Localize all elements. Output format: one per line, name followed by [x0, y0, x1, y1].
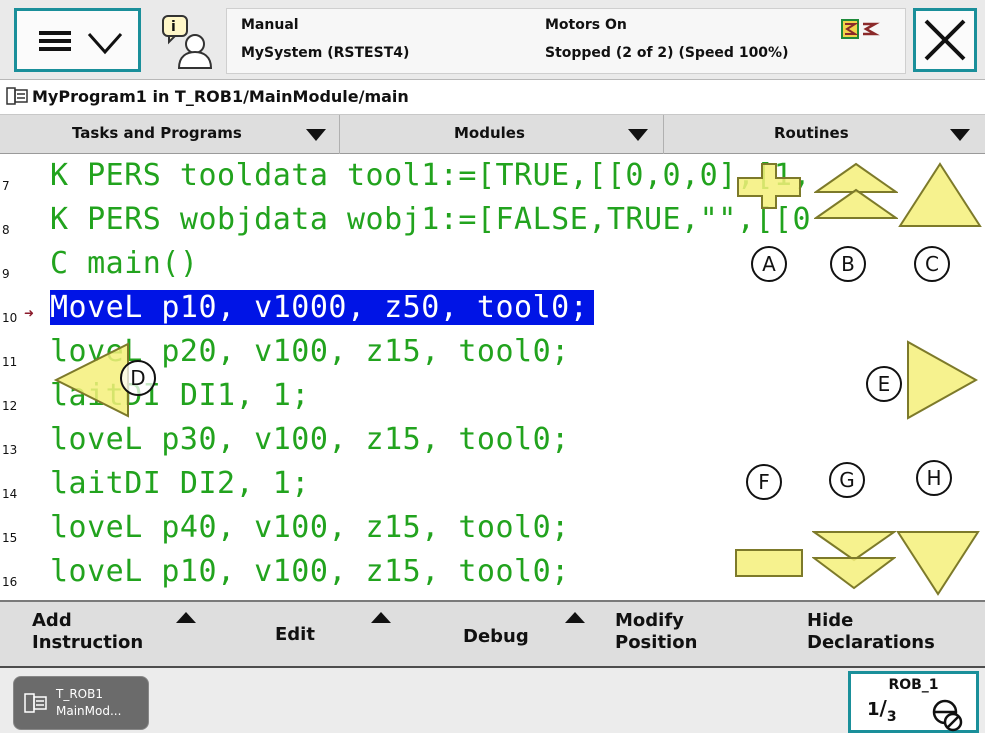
- menu-up-arrow-icon: [371, 612, 391, 623]
- zoom-in-icon[interactable]: [736, 162, 802, 210]
- tab-label: Modules: [454, 124, 525, 142]
- line-number: 10 ➜: [2, 306, 35, 325]
- tab-label: Tasks and Programs: [72, 124, 242, 142]
- line-number: 9: [2, 267, 10, 281]
- line-number-gutter: 7 8 9 10 ➜ 11 12 13 14 15 16: [0, 154, 46, 600]
- status-panel[interactable]: Manual MySystem (RSTEST4) Motors On Stop…: [226, 8, 906, 74]
- system-name: MySystem (RSTEST4): [241, 45, 410, 61]
- status-header: i Manual MySystem (RSTEST4) Motors On St…: [0, 0, 985, 80]
- program-editor-icon: [6, 87, 28, 105]
- scroll-bottom-icon[interactable]: [812, 530, 896, 594]
- dropdown-arrow-icon: [306, 129, 326, 141]
- scroll-top-icon[interactable]: [814, 162, 898, 222]
- hide-declarations-button[interactable]: Hide Declarations: [795, 602, 985, 668]
- dropdown-arrow-icon: [628, 129, 648, 141]
- line-number: 11: [2, 355, 18, 369]
- program-pointer-icon: ➜: [24, 306, 35, 320]
- command-label: Add Instruction: [32, 610, 144, 653]
- tab-modules[interactable]: Modules: [340, 115, 664, 154]
- quickset-button[interactable]: ROB_1 1/3: [848, 671, 979, 733]
- tab-routines[interactable]: Routines: [664, 115, 985, 154]
- code-line[interactable]: loveL p20, v100, z15, tool0;: [46, 330, 985, 374]
- line-number: 7: [2, 179, 10, 193]
- task-name: T_ROB1: [56, 687, 103, 701]
- abb-menu-button[interactable]: [14, 8, 141, 72]
- line-number: 15: [2, 531, 18, 545]
- callout-marker-h: H: [916, 460, 952, 496]
- increment-fraction-icon: 1/3: [867, 696, 897, 725]
- svg-text:i: i: [171, 19, 176, 35]
- program-path: MyProgram1 in T_ROB1/MainModule/main: [32, 87, 409, 106]
- run-state: Stopped (2 of 2) (Speed 100%): [545, 45, 789, 61]
- command-label: Modify Position: [615, 610, 698, 653]
- operating-mode: Manual: [241, 17, 299, 33]
- program-path-bar: MyProgram1 in T_ROB1/MainModule/main: [0, 80, 985, 115]
- tab-tasks-and-programs[interactable]: Tasks and Programs: [0, 115, 340, 154]
- navigation-tabs: Tasks and Programs Modules Routines: [0, 115, 985, 154]
- callout-marker-a: A: [751, 246, 787, 282]
- taskbar-program-editor[interactable]: T_ROB1 MainMod...: [13, 676, 149, 730]
- debug-button[interactable]: Debug: [395, 602, 595, 668]
- program-editor-icon: [24, 693, 47, 713]
- line-number: 13: [2, 443, 18, 457]
- line-number: 16: [2, 575, 18, 589]
- hamburger-icon: [39, 31, 71, 51]
- code-line[interactable]: loveL p30, v100, z15, tool0;: [46, 418, 985, 462]
- callout-marker-c: C: [914, 246, 950, 282]
- taskbar: T_ROB1 MainMod... ROB_1 1/3: [0, 668, 985, 733]
- modify-position-button[interactable]: Modify Position: [595, 602, 795, 668]
- tab-label: Routines: [774, 124, 849, 142]
- command-label: Edit: [275, 624, 315, 645]
- line-number: 12: [2, 399, 18, 413]
- line-number: 14: [2, 487, 18, 501]
- motion-mode-icon: [932, 699, 963, 732]
- command-bar: Add Instruction Edit Debug Modify Positi…: [0, 600, 985, 668]
- add-instruction-button[interactable]: Add Instruction: [0, 602, 205, 668]
- scroll-up-icon[interactable]: [898, 162, 982, 228]
- callout-marker-f: F: [746, 464, 782, 500]
- code-line[interactable]: laitDI DI1, 1;: [46, 374, 985, 418]
- motors-state: Motors On: [545, 17, 627, 33]
- event-log-icon[interactable]: i: [159, 14, 215, 70]
- zoom-out-icon[interactable]: [734, 546, 804, 582]
- callout-marker-g: G: [829, 462, 865, 498]
- mechanical-unit-label: ROB_1: [888, 677, 939, 693]
- scroll-down-icon[interactable]: [896, 530, 980, 596]
- close-button[interactable]: [913, 8, 977, 72]
- code-line-selected[interactable]: MoveL p10, v1000, z50, tool0;: [46, 286, 985, 330]
- menu-up-arrow-icon: [565, 612, 585, 623]
- edit-button[interactable]: Edit: [205, 602, 395, 668]
- command-label: Debug: [463, 626, 529, 647]
- callout-marker-e: E: [866, 366, 902, 402]
- callout-marker-d: D: [120, 360, 156, 396]
- command-label: Hide Declarations: [807, 610, 935, 653]
- module-name: MainMod...: [56, 704, 122, 718]
- menu-up-arrow-icon: [176, 612, 196, 623]
- code-editor[interactable]: 7 8 9 10 ➜ 11 12 13 14 15 16 K PERS toold…: [0, 154, 985, 600]
- close-icon: [924, 19, 966, 61]
- execution-state-icon: [841, 19, 880, 39]
- chevron-down-icon: [87, 33, 123, 55]
- scroll-right-icon[interactable]: [906, 340, 978, 420]
- callout-marker-b: B: [830, 246, 866, 282]
- dropdown-arrow-icon: [950, 129, 970, 141]
- line-number: 8: [2, 223, 10, 237]
